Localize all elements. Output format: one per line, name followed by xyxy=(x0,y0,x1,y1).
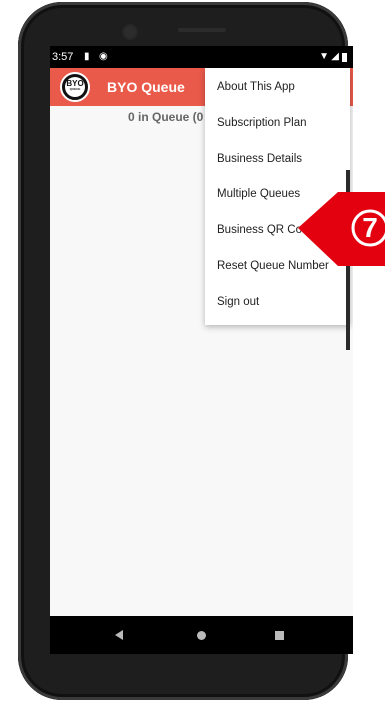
speaker-grille xyxy=(178,28,226,32)
wifi-icon: ▼ xyxy=(319,51,329,62)
menu-item-business-details[interactable]: Business Details xyxy=(205,142,350,178)
menu-item-sign-out[interactable]: Sign out xyxy=(205,285,350,321)
home-icon[interactable] xyxy=(197,631,206,640)
app-logo: BYO QUEUE xyxy=(60,72,90,102)
app-title: BYO Queue xyxy=(107,79,185,95)
back-icon[interactable] xyxy=(115,630,123,640)
status-time: 3:57 xyxy=(52,51,74,63)
logo-badge: BYO QUEUE xyxy=(65,77,85,97)
device-screen: 3:57 ▮ ◉ ▼ ◢ BYO QUEUE BYO Queue 0 in Qu… xyxy=(50,46,353,654)
battery-icon xyxy=(342,53,347,62)
camera-icon xyxy=(124,26,136,38)
phone-frame: 3:57 ▮ ◉ ▼ ◢ BYO QUEUE BYO Queue 0 in Qu… xyxy=(18,2,353,700)
recents-icon[interactable] xyxy=(275,631,284,640)
sd-card-icon: ▮ xyxy=(84,51,90,62)
sync-icon: ◉ xyxy=(99,51,108,62)
logo-subtext: QUEUE xyxy=(69,87,81,91)
menu-item-subscription-plan[interactable]: Subscription Plan xyxy=(205,106,350,142)
menu-item-about[interactable]: About This App xyxy=(205,70,350,106)
status-bar: 3:57 ▮ ◉ ▼ ◢ xyxy=(50,46,353,68)
navigation-bar xyxy=(50,616,353,654)
signal-icon: ◢ xyxy=(331,51,339,62)
callout-number: 7 xyxy=(362,212,378,243)
